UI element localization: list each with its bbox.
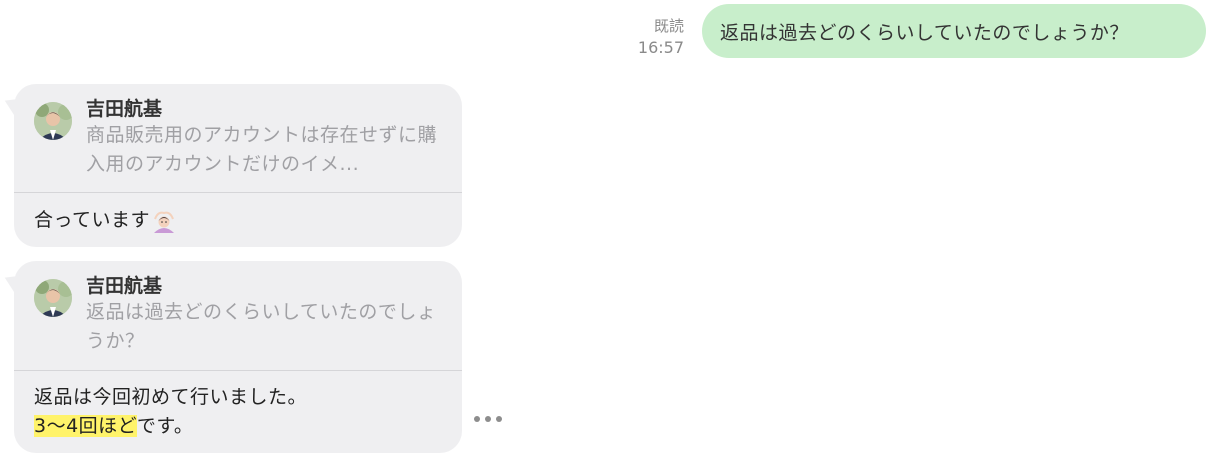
- quote-divider: [14, 370, 462, 371]
- ellipsis-icon[interactable]: [474, 416, 502, 422]
- reply-line: 合っています: [34, 209, 151, 231]
- bubble-tail: [0, 91, 24, 117]
- reply-text: 合っています: [34, 206, 448, 235]
- highlighted-text: 3〜4回ほど: [34, 415, 137, 437]
- incoming-reply-bubble[interactable]: 吉田航基 返品は過去どのくらいしていたのでしょうか？ 返品は今回初めて行いました…: [0, 261, 462, 453]
- reply-text: 返品は今回初めて行いました。 3〜4回ほどです。: [34, 383, 448, 441]
- person-gesturing-ok-icon: [152, 209, 176, 233]
- quote-text: 返品は過去どのくらいしていたのでしょうか？: [86, 301, 437, 352]
- reply-line: 3〜4回ほどです。: [34, 412, 448, 441]
- avatar[interactable]: [34, 279, 72, 317]
- bubble-tail: [0, 268, 24, 294]
- avatar[interactable]: [34, 102, 72, 140]
- quote-author: 吉田航基: [86, 98, 163, 120]
- dot: [474, 416, 480, 422]
- read-status: 既読: [653, 17, 684, 35]
- dot: [496, 416, 502, 422]
- quote-divider: [14, 192, 462, 193]
- chat-thread: 既読 16:57 返品は過去どのくらいしていたのでしょうか？ 吉田航基 商品販売…: [0, 0, 1218, 468]
- outgoing-message-bubble[interactable]: 返品は過去どのくらいしていたのでしょうか？: [702, 4, 1206, 58]
- reply-line-rest: です。: [136, 415, 194, 437]
- message-meta: 既読 16:57: [638, 15, 684, 59]
- message-time: 16:57: [637, 38, 684, 57]
- outgoing-message-text: 返品は過去どのくらいしていたのでしょうか？: [720, 21, 1129, 44]
- reply-line: 返品は今回初めて行いました。: [34, 386, 308, 408]
- quote-text: 商品販売用のアカウントは存在せずに購入用のアカウントだけのイメ...: [86, 124, 438, 175]
- incoming-reply-bubble[interactable]: 吉田航基 商品販売用のアカウントは存在せずに購入用のアカウントだけのイメ... …: [0, 84, 462, 247]
- dot: [485, 416, 491, 422]
- quote-author: 吉田航基: [86, 275, 163, 297]
